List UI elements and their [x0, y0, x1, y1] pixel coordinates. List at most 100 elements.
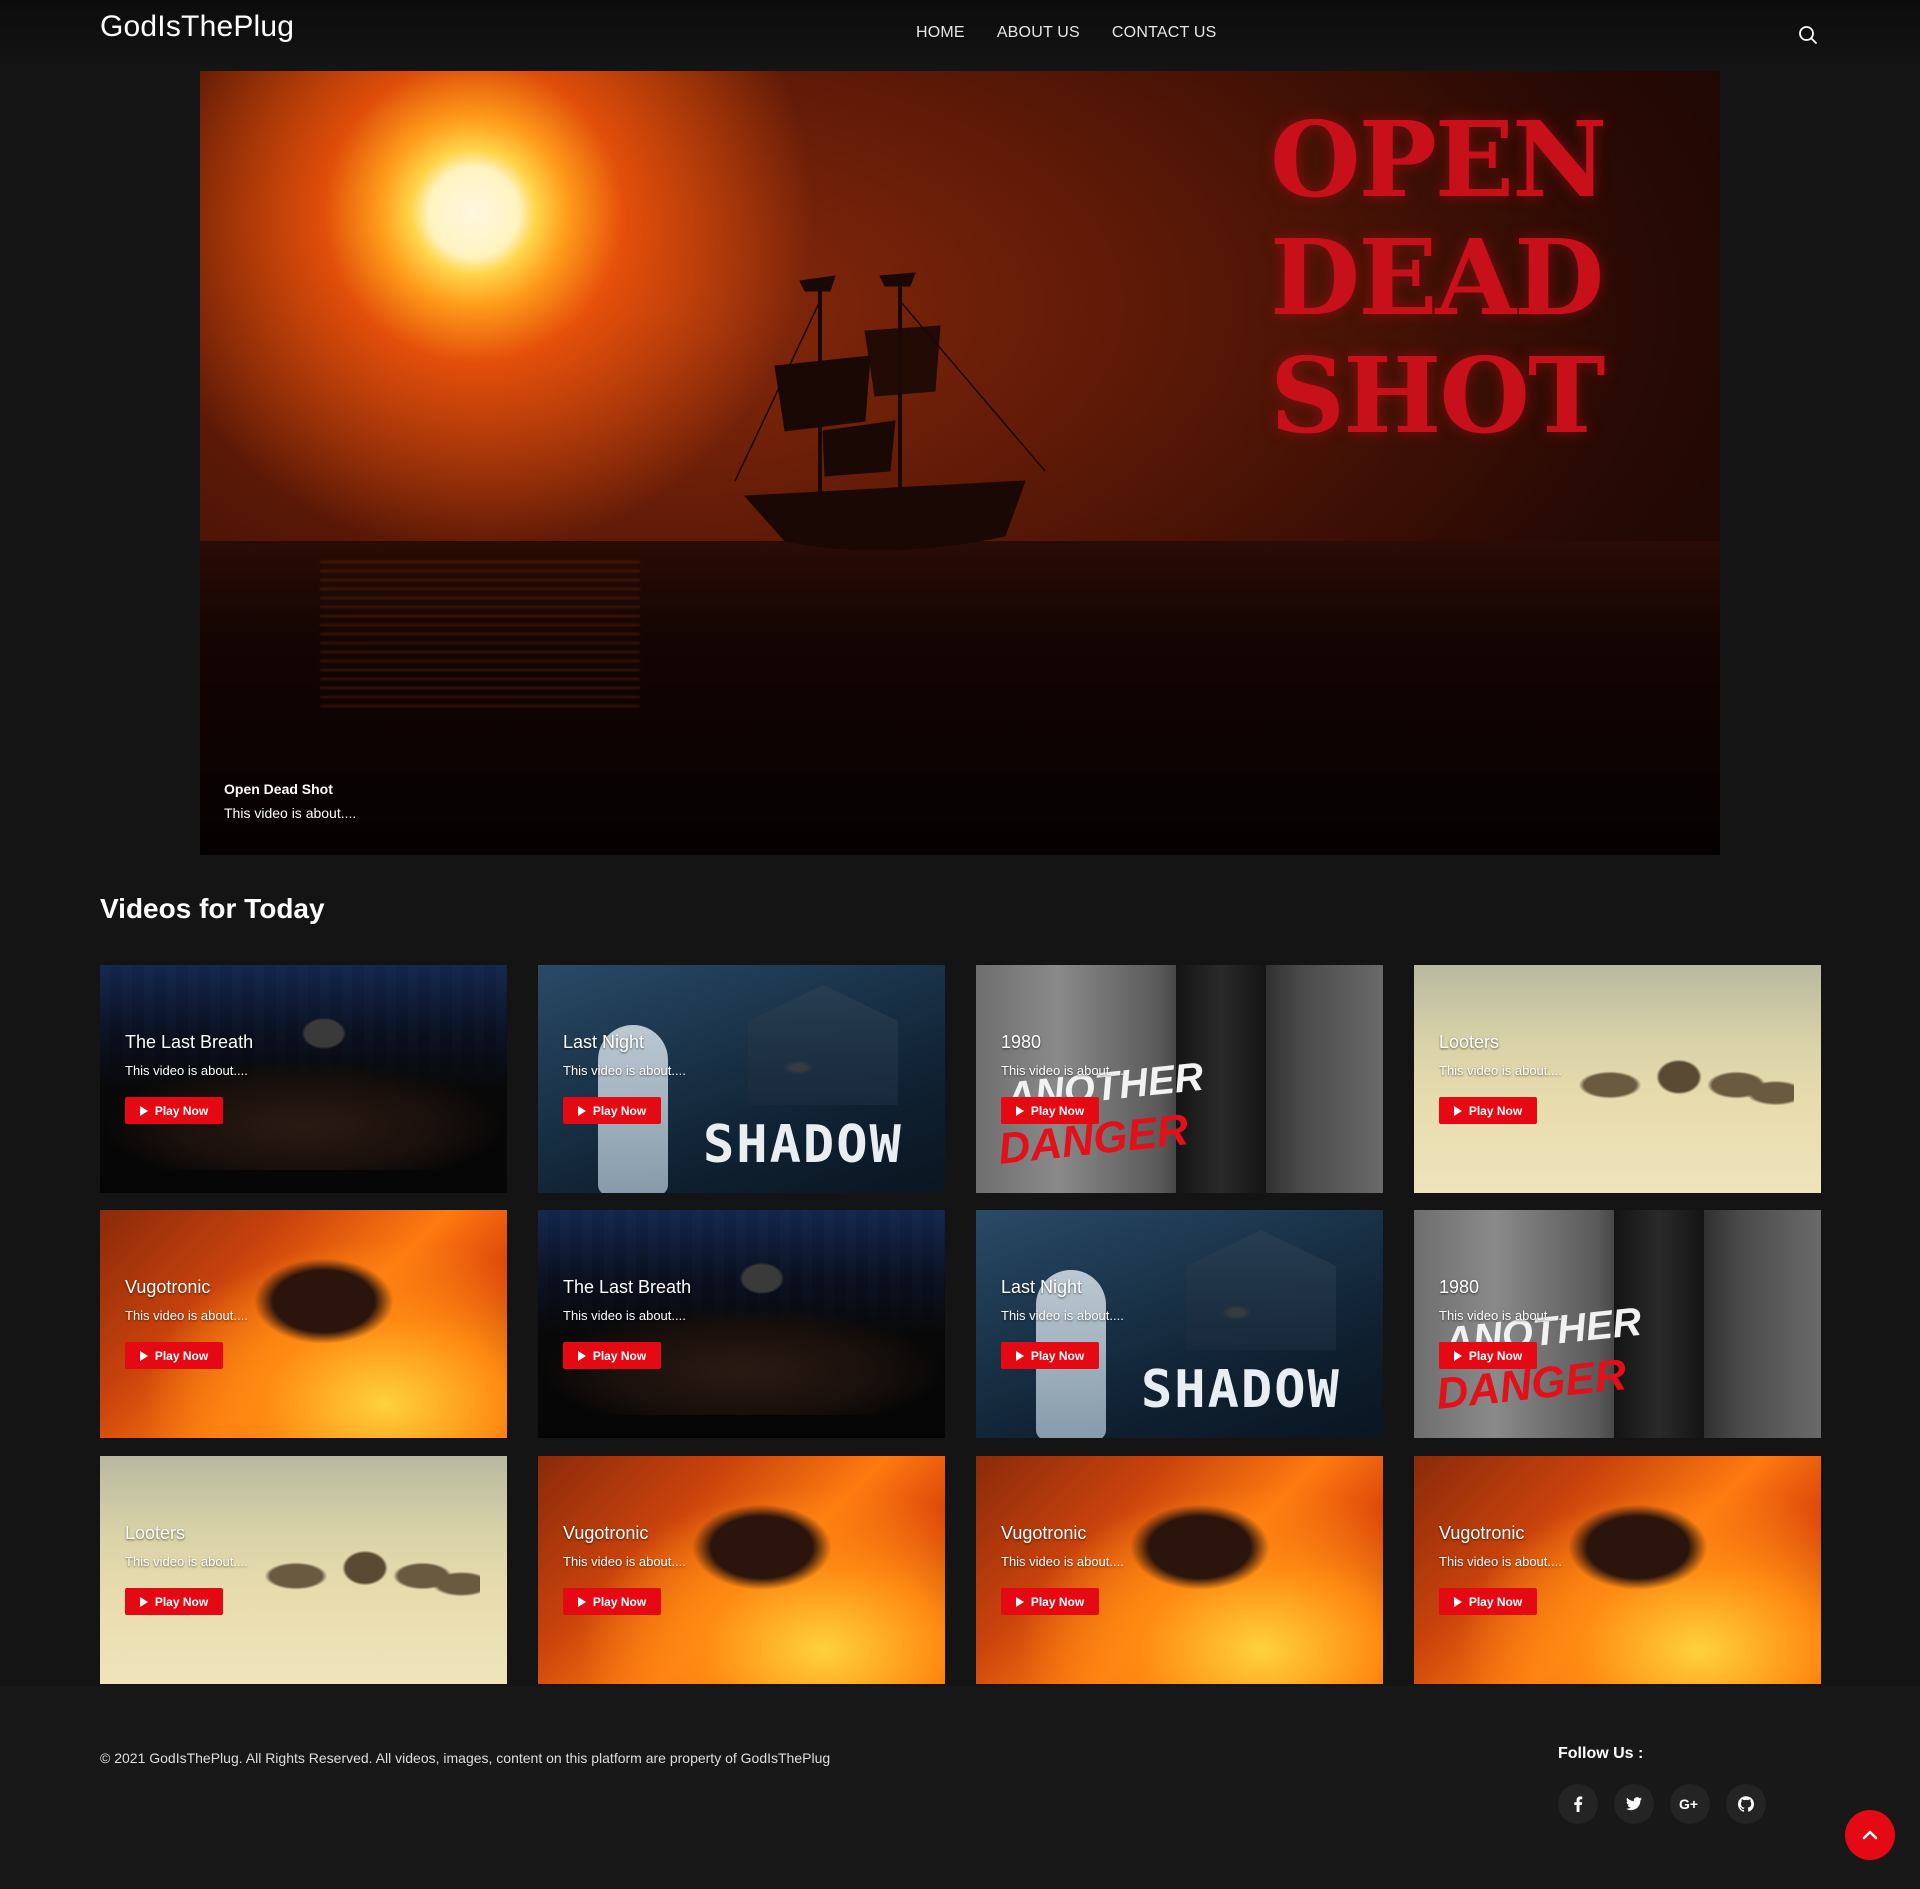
play-now-button[interactable]: Play Now	[125, 1588, 223, 1615]
video-card[interactable]: ANOTHER DANGER 1980 This video is about....…	[976, 965, 1383, 1193]
hero-caption-description: This video is about....	[224, 805, 357, 821]
play-icon	[577, 1596, 586, 1607]
video-title: Vugotronic	[563, 1523, 649, 1543]
play-now-button[interactable]: Play Now	[1001, 1588, 1099, 1615]
main-nav: HOME ABOUT US CONTACT US	[916, 24, 1216, 42]
play-icon	[1453, 1350, 1462, 1361]
play-now-button[interactable]: Play Now	[563, 1342, 661, 1369]
play-icon	[577, 1350, 586, 1361]
video-card[interactable]: The Last Breath This video is about.... Pl…	[538, 1210, 945, 1438]
github-icon[interactable]	[1726, 1784, 1766, 1824]
play-now-button[interactable]: Play Now	[125, 1097, 223, 1124]
play-now-button[interactable]: Play Now	[1001, 1342, 1099, 1369]
site-header: GodIsThePlug HOME ABOUT US CONTACT US	[0, 0, 1920, 70]
video-title: Last Night	[563, 1032, 645, 1052]
video-thumbnail	[538, 1456, 945, 1684]
video-title: Vugotronic	[1439, 1523, 1525, 1543]
hero-art-title: OPEN DEAD SHOT	[1270, 101, 1630, 455]
google-plus-icon[interactable]: G+	[1670, 1784, 1710, 1824]
play-now-label: Play Now	[154, 1103, 209, 1118]
hero-banner[interactable]: OPEN DEAD SHOT Open Dead Shot This video…	[200, 71, 1720, 855]
play-now-button[interactable]: Play Now	[1001, 1097, 1099, 1124]
video-card[interactable]: ANOTHER DANGER 1980 This video is about....…	[1414, 1210, 1821, 1438]
play-now-label: Play Now	[592, 1348, 647, 1363]
play-now-button[interactable]: Play Now	[1439, 1588, 1537, 1615]
hero-sea	[200, 541, 1720, 855]
play-now-label: Play Now	[1468, 1594, 1523, 1609]
video-thumbnail	[1414, 965, 1821, 1193]
video-card[interactable]: SHADOW Last Night This video is about.... P…	[976, 1210, 1383, 1438]
nav-contact-us[interactable]: CONTACT US	[1112, 24, 1217, 42]
video-description: This video is about....	[1001, 1063, 1124, 1078]
video-card[interactable]: Vugotronic This video is about.... Play No…	[1414, 1456, 1821, 1684]
play-now-button[interactable]: Play Now	[1439, 1097, 1537, 1124]
play-now-label: Play Now	[592, 1103, 647, 1118]
nav-about-us[interactable]: ABOUT US	[997, 24, 1080, 42]
video-thumbnail	[100, 1456, 507, 1684]
ship-silhouette	[734, 272, 1046, 551]
hero-art-line: DEAD	[1270, 216, 1604, 339]
video-title: Looters	[1439, 1032, 1500, 1052]
video-card[interactable]: Vugotronic This video is about.... Play No…	[976, 1456, 1383, 1684]
video-description: This video is about....	[1439, 1554, 1562, 1569]
video-description: This video is about....	[1001, 1554, 1124, 1569]
video-card[interactable]: SHADOW Last Night This video is about.... P…	[538, 965, 945, 1193]
hero-caption-title: Open Dead Shot	[224, 781, 333, 797]
follow-us-title: Follow Us :	[1558, 1745, 1644, 1762]
play-icon	[139, 1105, 148, 1116]
play-icon	[139, 1596, 148, 1607]
video-title: Last Night	[1001, 1277, 1083, 1297]
site-logo[interactable]: GodIsThePlug	[100, 10, 294, 44]
section-title: Videos for Today	[100, 893, 325, 924]
play-icon	[1453, 1596, 1462, 1607]
video-description: This video is about....	[1439, 1308, 1562, 1323]
social-links: G+	[1558, 1784, 1766, 1824]
scroll-to-top-button[interactable]	[1845, 1810, 1895, 1860]
video-thumbnail	[100, 1210, 507, 1438]
hero-art-line: SHOT	[1270, 334, 1605, 457]
video-thumbnail	[976, 1456, 1383, 1684]
play-now-label: Play Now	[1468, 1348, 1523, 1363]
video-card[interactable]: Vugotronic This video is about.... Play No…	[538, 1456, 945, 1684]
video-description: This video is about....	[125, 1308, 248, 1323]
play-now-label: Play Now	[1030, 1594, 1085, 1609]
nav-home[interactable]: HOME	[916, 24, 965, 42]
video-card[interactable]: Vugotronic This video is about.... Play No…	[100, 1210, 507, 1438]
video-description: This video is about....	[563, 1554, 686, 1569]
video-description: This video is about....	[125, 1554, 248, 1569]
play-now-label: Play Now	[154, 1594, 209, 1609]
play-now-button[interactable]: Play Now	[125, 1342, 223, 1369]
play-icon	[1015, 1596, 1024, 1607]
video-description: This video is about....	[563, 1308, 686, 1323]
search-icon[interactable]	[1797, 24, 1819, 46]
play-now-button[interactable]: Play Now	[1439, 1342, 1537, 1369]
play-icon	[1453, 1105, 1462, 1116]
thumbnail-art-text: SHADOW	[703, 1115, 903, 1175]
video-description: This video is about....	[125, 1063, 248, 1078]
video-title: The Last Breath	[563, 1277, 692, 1297]
video-card[interactable]: Looters This video is about.... Play Now	[100, 1456, 507, 1684]
video-thumbnail	[1414, 1456, 1821, 1684]
video-title: The Last Breath	[125, 1032, 254, 1052]
play-now-label: Play Now	[1468, 1103, 1523, 1118]
video-description: This video is about....	[1439, 1063, 1562, 1078]
twitter-icon[interactable]	[1614, 1784, 1654, 1824]
facebook-icon[interactable]	[1558, 1784, 1598, 1824]
video-title: Vugotronic	[1001, 1523, 1087, 1543]
play-icon	[1015, 1350, 1024, 1361]
play-icon	[577, 1105, 586, 1116]
thumbnail-art-text: SHADOW	[1141, 1360, 1341, 1420]
play-icon	[1015, 1105, 1024, 1116]
video-thumbnail	[538, 1210, 945, 1438]
chevron-up-icon	[1862, 1830, 1878, 1840]
play-now-label: Play Now	[592, 1594, 647, 1609]
play-now-label: Play Now	[1030, 1103, 1085, 1118]
play-icon	[139, 1350, 148, 1361]
copyright-text: © 2021 GodIsThePlug. All Rights Reserved…	[100, 1750, 831, 1766]
video-title: Vugotronic	[125, 1277, 211, 1297]
video-card[interactable]: The Last Breath This video is about.... Pl…	[100, 965, 507, 1193]
video-thumbnail	[100, 965, 507, 1193]
video-card[interactable]: Looters This video is about.... Play Now	[1414, 965, 1821, 1193]
play-now-button[interactable]: Play Now	[563, 1588, 661, 1615]
play-now-button[interactable]: Play Now	[563, 1097, 661, 1124]
